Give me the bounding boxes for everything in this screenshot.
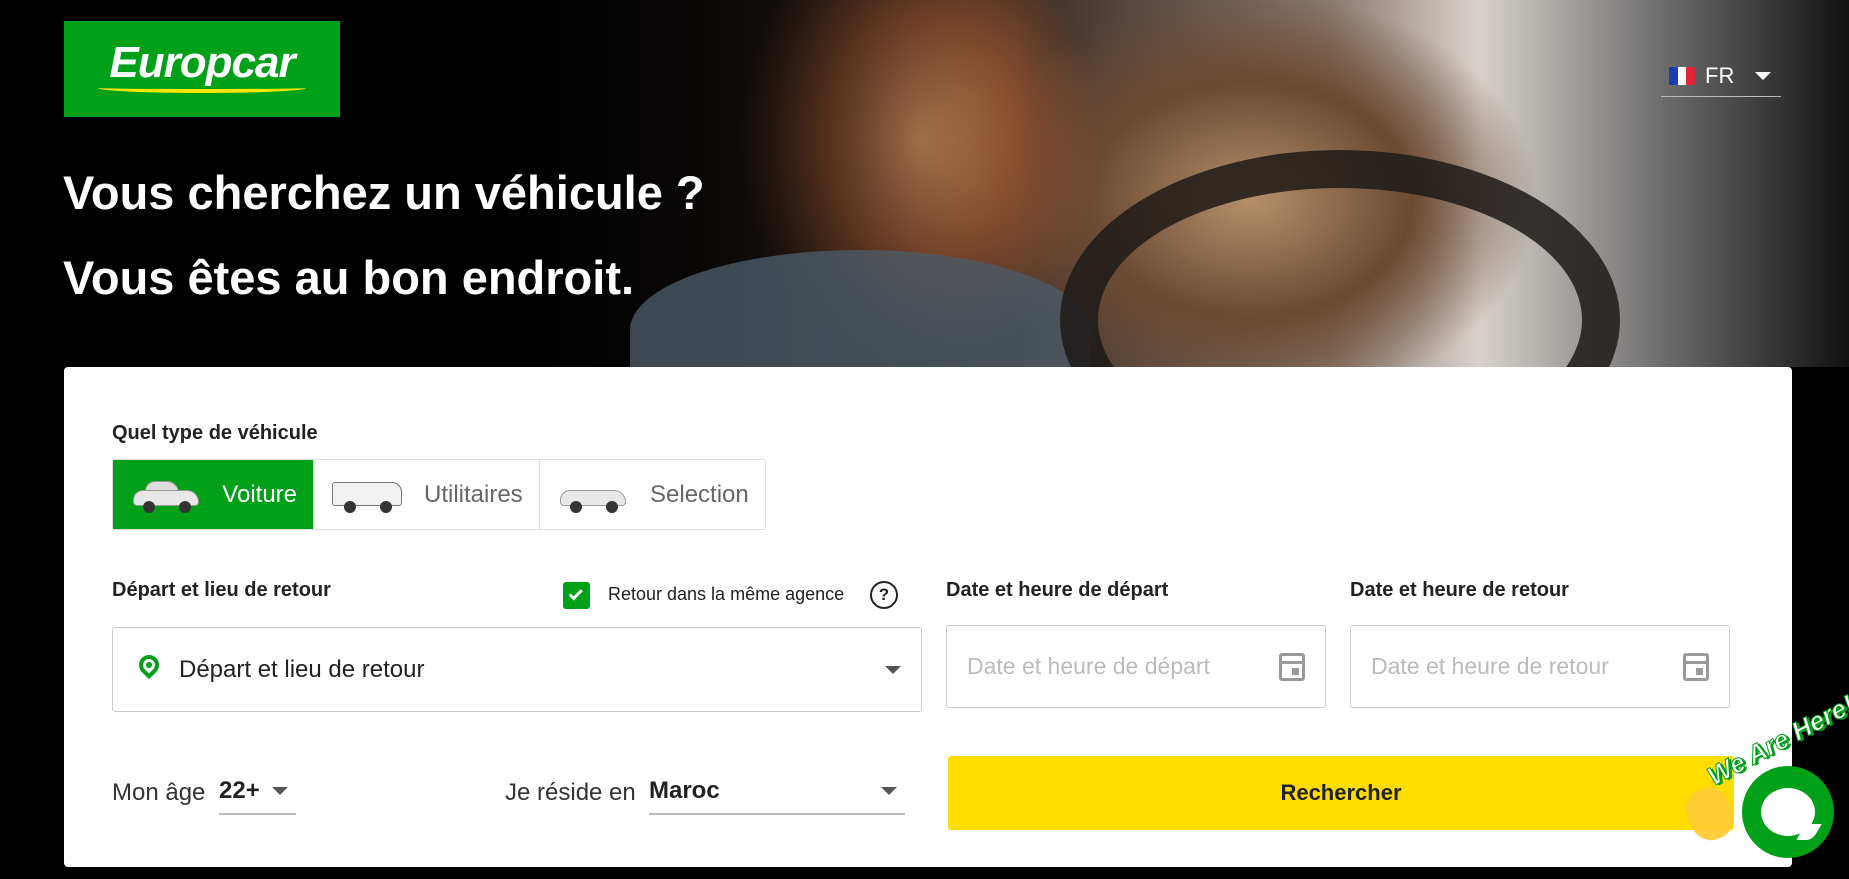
convertible-icon xyxy=(556,478,630,513)
same-agency-label: Retour dans la même agence xyxy=(608,584,845,604)
chevron-down-icon xyxy=(881,787,897,795)
tab-selection[interactable]: Selection xyxy=(540,460,765,529)
europcar-logo[interactable]: Europcar xyxy=(64,21,340,117)
vehicle-type-label: Quel type de véhicule xyxy=(112,422,318,444)
tab-voiture-label: Voiture xyxy=(222,480,297,508)
same-agency-checkbox[interactable] xyxy=(563,582,590,609)
language-selector[interactable]: FR xyxy=(1661,55,1781,97)
logo-swoosh xyxy=(98,83,306,93)
end-date-placeholder: Date et heure de retour xyxy=(1371,653,1609,679)
car-icon xyxy=(129,478,202,513)
chevron-down-icon xyxy=(272,787,288,795)
search-card: Quel type de véhicule Voiture Utilitaire… xyxy=(64,367,1792,867)
van-icon xyxy=(330,478,404,513)
help-icon[interactable]: ? xyxy=(870,581,898,609)
tab-utilitaires[interactable]: Utilitaires xyxy=(314,460,540,529)
start-date-placeholder: Date et heure de départ xyxy=(967,653,1210,679)
residence-value: Maroc xyxy=(649,777,720,804)
vehicle-type-tabs: Voiture Utilitaires Selection xyxy=(112,459,766,530)
start-date-label: Date et heure de départ xyxy=(946,579,1169,601)
logo-text: Europcar xyxy=(109,38,295,87)
tab-selection-label: Selection xyxy=(650,480,749,508)
location-pin-icon xyxy=(134,650,164,685)
chat-button[interactable] xyxy=(1742,766,1834,858)
hero-headline-2: Vous êtes au bon endroit. xyxy=(63,251,635,304)
tab-voiture[interactable]: Voiture xyxy=(113,460,314,529)
age-label: Mon âge xyxy=(112,779,206,806)
start-date-input[interactable]: Date et heure de départ xyxy=(946,625,1326,708)
end-date-label: Date et heure de retour xyxy=(1350,579,1569,601)
residence-select[interactable]: Maroc xyxy=(649,769,905,815)
hero-headline-1: Vous cherchez un véhicule ? xyxy=(63,166,705,219)
calendar-icon xyxy=(1279,652,1305,681)
age-select[interactable]: 22+ xyxy=(219,769,296,815)
tab-utilitaires-label: Utilitaires xyxy=(424,480,523,508)
calendar-icon xyxy=(1683,652,1709,681)
end-date-input[interactable]: Date et heure de retour xyxy=(1350,625,1730,708)
location-input[interactable]: Départ et lieu de retour xyxy=(112,627,922,712)
location-label: Départ et lieu de retour xyxy=(112,579,331,601)
location-input-text: Départ et lieu de retour xyxy=(179,655,425,683)
language-code: FR xyxy=(1705,62,1735,88)
france-flag-icon xyxy=(1669,66,1696,85)
residence-label: Je réside en xyxy=(505,779,636,806)
search-button[interactable]: Rechercher xyxy=(948,756,1734,830)
checkmark-icon xyxy=(568,586,583,601)
chat-bubble-icon xyxy=(1761,788,1815,836)
age-value: 22+ xyxy=(219,777,260,804)
chevron-down-icon xyxy=(885,665,901,674)
chevron-down-icon xyxy=(1755,71,1771,80)
